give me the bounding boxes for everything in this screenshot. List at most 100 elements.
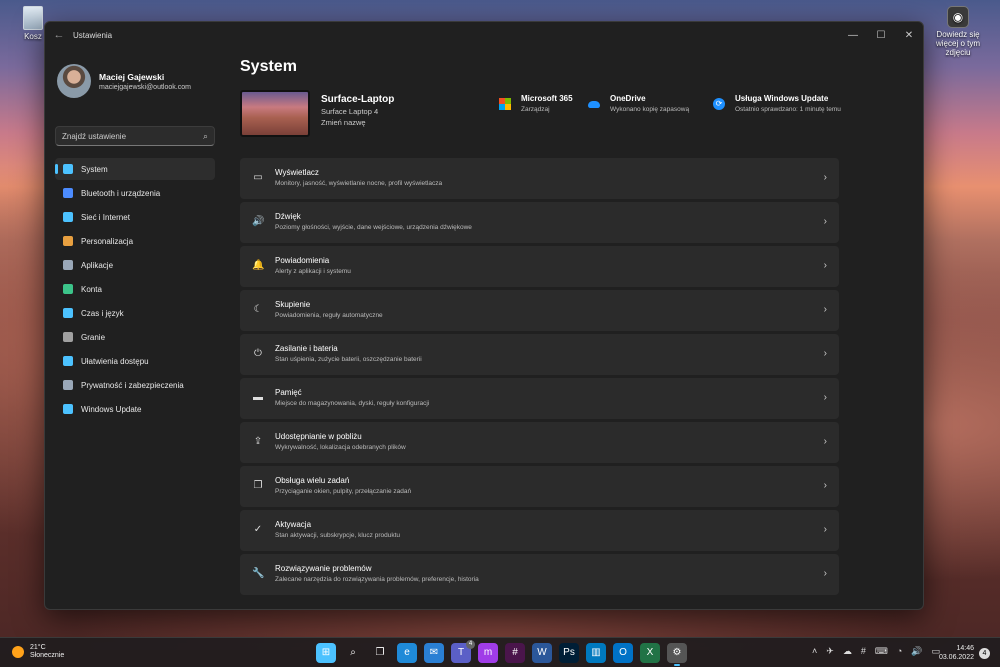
shield-icon <box>63 380 73 390</box>
sidebar-item-5[interactable]: Konta <box>55 278 215 300</box>
accessibility-icon <box>63 356 73 366</box>
sidebar-item-9[interactable]: Prywatność i zabezpieczenia <box>55 374 215 396</box>
storage-icon: ▬ <box>253 392 263 403</box>
start-icon[interactable]: ⊞ <box>316 643 336 663</box>
sidebar-item-1[interactable]: Bluetooth i urządzenia <box>55 182 215 204</box>
settings-row[interactable]: 🔧 Rozwiązywanie problemów Zalecane narzędz… <box>240 554 839 595</box>
word-icon[interactable]: W <box>532 643 552 663</box>
sidebar-item-3[interactable]: Personalizacja <box>55 230 215 252</box>
slack-icon[interactable]: # <box>505 643 525 663</box>
settings-row[interactable]: ✓ Aktywacja Stan aktywacji, subskrypcje, k… <box>240 510 839 551</box>
sidebar-item-0[interactable]: System <box>55 158 215 180</box>
mail-icon[interactable]: ✉ <box>424 643 444 663</box>
taskbar-apps: ⊞ ⌕ ❐ e ✉ T 4 m # W Ps ▥ O X ⚙ <box>316 640 694 666</box>
slack-tray-icon[interactable]: # <box>861 646 866 657</box>
app-badge: 4 <box>466 640 475 649</box>
settings-row[interactable]: 🔊 Dźwięk Poziomy głośności, wyjście, dane … <box>240 202 839 243</box>
share-icon: ⇪ <box>253 436 263 447</box>
settings-row-title: Aktywacja <box>275 520 312 529</box>
settings-row-title: Dźwięk <box>275 212 301 221</box>
microsoft365-card[interactable]: Microsoft 365 Zarządzaj <box>499 94 573 114</box>
show-hidden-icons-icon[interactable]: ˄ <box>812 646 817 657</box>
learn-about-picture-label: Dowiedz się więcej o tym zdjęciu <box>935 30 980 57</box>
task-view-icon[interactable]: ❐ <box>370 643 390 663</box>
settings-row-description: Wykrywalność, lokalizacja odebranych pli… <box>275 444 406 451</box>
photoshop-icon[interactable]: Ps <box>559 643 579 663</box>
update-icon <box>63 404 73 414</box>
settings-window: ← Ustawienia — ☐ ✕ Maciej Gajewski macie… <box>44 21 924 610</box>
clock[interactable]: 14:46 03.06.2022 <box>939 644 974 662</box>
chevron-right-icon: › <box>823 304 827 315</box>
settings-row[interactable]: ❐ Obsługa wielu zadań Przyciąganie okien, … <box>240 466 839 507</box>
weather-widget[interactable]: 21°C Słonecznie <box>12 644 64 660</box>
settings-app-icon[interactable]: ⚙ <box>667 643 687 666</box>
sidebar: Maciej Gajewski maciejgajewski@outlook.c… <box>45 48 221 609</box>
settings-row-description: Poziomy głośności, wyjście, dane wejścio… <box>275 224 472 231</box>
settings-row-description: Stan aktywacji, subskrypcje, klucz produ… <box>275 532 400 539</box>
teams-icon[interactable]: T4 <box>451 640 475 663</box>
trello-icon[interactable]: ▥ <box>586 643 606 663</box>
excel-icon[interactable]: X <box>640 643 660 663</box>
service-title: Usługa Windows Update <box>735 94 829 103</box>
edge-icon[interactable]: e <box>397 643 417 663</box>
sidebar-item-label: System <box>81 164 108 174</box>
user-profile[interactable]: Maciej Gajewski maciejgajewski@outlook.c… <box>45 48 221 104</box>
outlook-icon[interactable]: O <box>613 643 633 663</box>
telegram-icon[interactable]: ✈ <box>826 646 834 657</box>
onedrive-tray-icon[interactable]: ☁ <box>843 646 852 657</box>
notification-badge[interactable]: 4 <box>979 648 990 659</box>
back-arrow-icon[interactable]: ← <box>45 29 73 41</box>
service-subtitle: Wykonano kopię zapasową <box>610 106 690 113</box>
sidebar-item-10[interactable]: Windows Update <box>55 398 215 420</box>
weather-description: Słonecznie <box>30 652 65 659</box>
close-icon[interactable]: ✕ <box>895 30 923 41</box>
weather-temperature: 21°C <box>30 644 46 651</box>
minimize-icon[interactable]: — <box>839 30 867 41</box>
chevron-right-icon: › <box>823 568 827 579</box>
settings-row[interactable]: ⇪ Udostępnianie w pobliżu Wykrywalność, lo… <box>240 422 839 463</box>
settings-row-title: Zasilanie i bateria <box>275 344 338 353</box>
settings-row[interactable]: ▬ Pamięć Miejsce do magazynowania, dyski, … <box>240 378 839 419</box>
settings-row[interactable]: ☾ Skupienie Powiadomienia, reguły automaty… <box>240 290 839 331</box>
settings-row[interactable]: ▭ Wyświetlacz Monitory, jasność, wyświetla… <box>240 158 839 199</box>
rename-link[interactable]: Zmień nazwę <box>321 118 394 127</box>
search-input[interactable]: Znajdź ustawienie ⌕ <box>55 126 215 146</box>
chevron-right-icon: › <box>823 392 827 403</box>
settings-row-description: Miejsce do magazynowania, dyski, reguły … <box>275 400 430 407</box>
search-icon[interactable]: ⌕ <box>343 643 363 663</box>
maximize-icon[interactable]: ☐ <box>867 30 895 41</box>
device-wallpaper-thumbnail <box>240 90 310 137</box>
windows-update-card[interactable]: ⟳ Usługa Windows Update Ostatnio sprawdz… <box>713 94 843 114</box>
sidebar-item-label: Ułatwienia dostępu <box>81 356 149 366</box>
settings-row[interactable]: ⏻ Zasilanie i bateria Stan uśpienia, zużyc… <box>240 334 839 375</box>
sidebar-item-4[interactable]: Aplikacje <box>55 254 215 276</box>
sidebar-item-6[interactable]: Czas i język <box>55 302 215 324</box>
window-controls: — ☐ ✕ <box>839 30 923 41</box>
service-subtitle: Ostatnio sprawdzano: 1 minutę temu <box>735 106 841 113</box>
sidebar-item-label: Konta <box>81 284 102 294</box>
sidebar-item-2[interactable]: Sieć i Internet <box>55 206 215 228</box>
settings-row-description: Stan uśpienia, zużycie baterii, oszczędz… <box>275 356 422 363</box>
settings-row[interactable]: 🔔 Powiadomienia Alerty z aplikacji i syste… <box>240 246 839 287</box>
keyboard-icon[interactable]: ⌨ <box>875 646 888 657</box>
search-icon[interactable]: ⌕ <box>203 131 208 142</box>
wifi-icon[interactable]: ◔ <box>897 646 902 657</box>
chevron-right-icon: › <box>823 480 827 491</box>
wifi-icon <box>63 212 73 222</box>
clock-time: 14:46 <box>956 645 974 652</box>
messenger-icon[interactable]: m <box>478 643 498 663</box>
sidebar-item-7[interactable]: Granie <box>55 326 215 348</box>
user-name: Maciej Gajewski <box>99 71 165 82</box>
onedrive-card[interactable]: OneDrive Wykonano kopię zapasową <box>588 94 689 114</box>
settings-row-description: Zalecane narzędzia do rozwiązywania prob… <box>275 576 479 583</box>
user-email: maciejgajewski@outlook.com <box>99 83 191 91</box>
multitask-icon: ❐ <box>253 480 263 491</box>
settings-row-title: Obsługa wielu zadań <box>275 476 350 485</box>
chevron-right-icon: › <box>823 348 827 359</box>
camera-icon: ◉ <box>947 6 969 28</box>
volume-icon[interactable]: 🔊 <box>911 646 922 657</box>
device-summary: Surface-Laptop Surface Laptop 4 Zmień na… <box>240 90 923 146</box>
settings-row-description: Monitory, jasność, wyświetlanie nocne, p… <box>275 180 443 187</box>
learn-about-picture-desktop-icon[interactable]: ◉ Dowiedz się więcej o tym zdjęciu <box>926 6 990 57</box>
sidebar-item-8[interactable]: Ułatwienia dostępu <box>55 350 215 372</box>
